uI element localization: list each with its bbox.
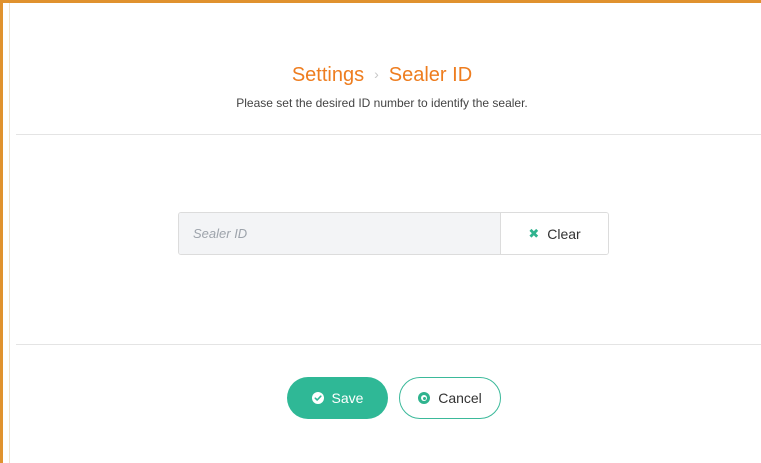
clear-button-label: Clear — [547, 225, 581, 242]
sealer-id-input[interactable] — [179, 213, 500, 254]
footer-divider — [16, 344, 761, 345]
cancel-button-label: Cancel — [438, 390, 482, 406]
sealer-id-input-group: ✖ Clear — [178, 212, 609, 255]
breadcrumb-separator-icon: › — [374, 66, 379, 82]
cancel-button[interactable]: Cancel — [399, 377, 501, 419]
header-divider — [16, 134, 761, 135]
save-button[interactable]: Save — [287, 377, 388, 419]
circle-dot-icon — [418, 392, 431, 404]
breadcrumb-current: Sealer ID — [388, 64, 473, 86]
page-subtitle: Please set the desired ID number to iden… — [236, 96, 528, 110]
panel-header: Settings › Sealer ID Please set the desire… — [3, 3, 761, 135]
x-icon: ✖ — [528, 226, 540, 241]
settings-panel: Settings › Sealer ID Please set the desire… — [0, 0, 761, 463]
clear-button[interactable]: ✖ Clear — [500, 213, 608, 254]
check-circle-icon — [311, 392, 324, 404]
breadcrumb-parent[interactable]: Settings — [292, 64, 364, 86]
save-button-label: Save — [331, 390, 364, 406]
breadcrumb: Settings › Sealer ID — [3, 63, 761, 88]
